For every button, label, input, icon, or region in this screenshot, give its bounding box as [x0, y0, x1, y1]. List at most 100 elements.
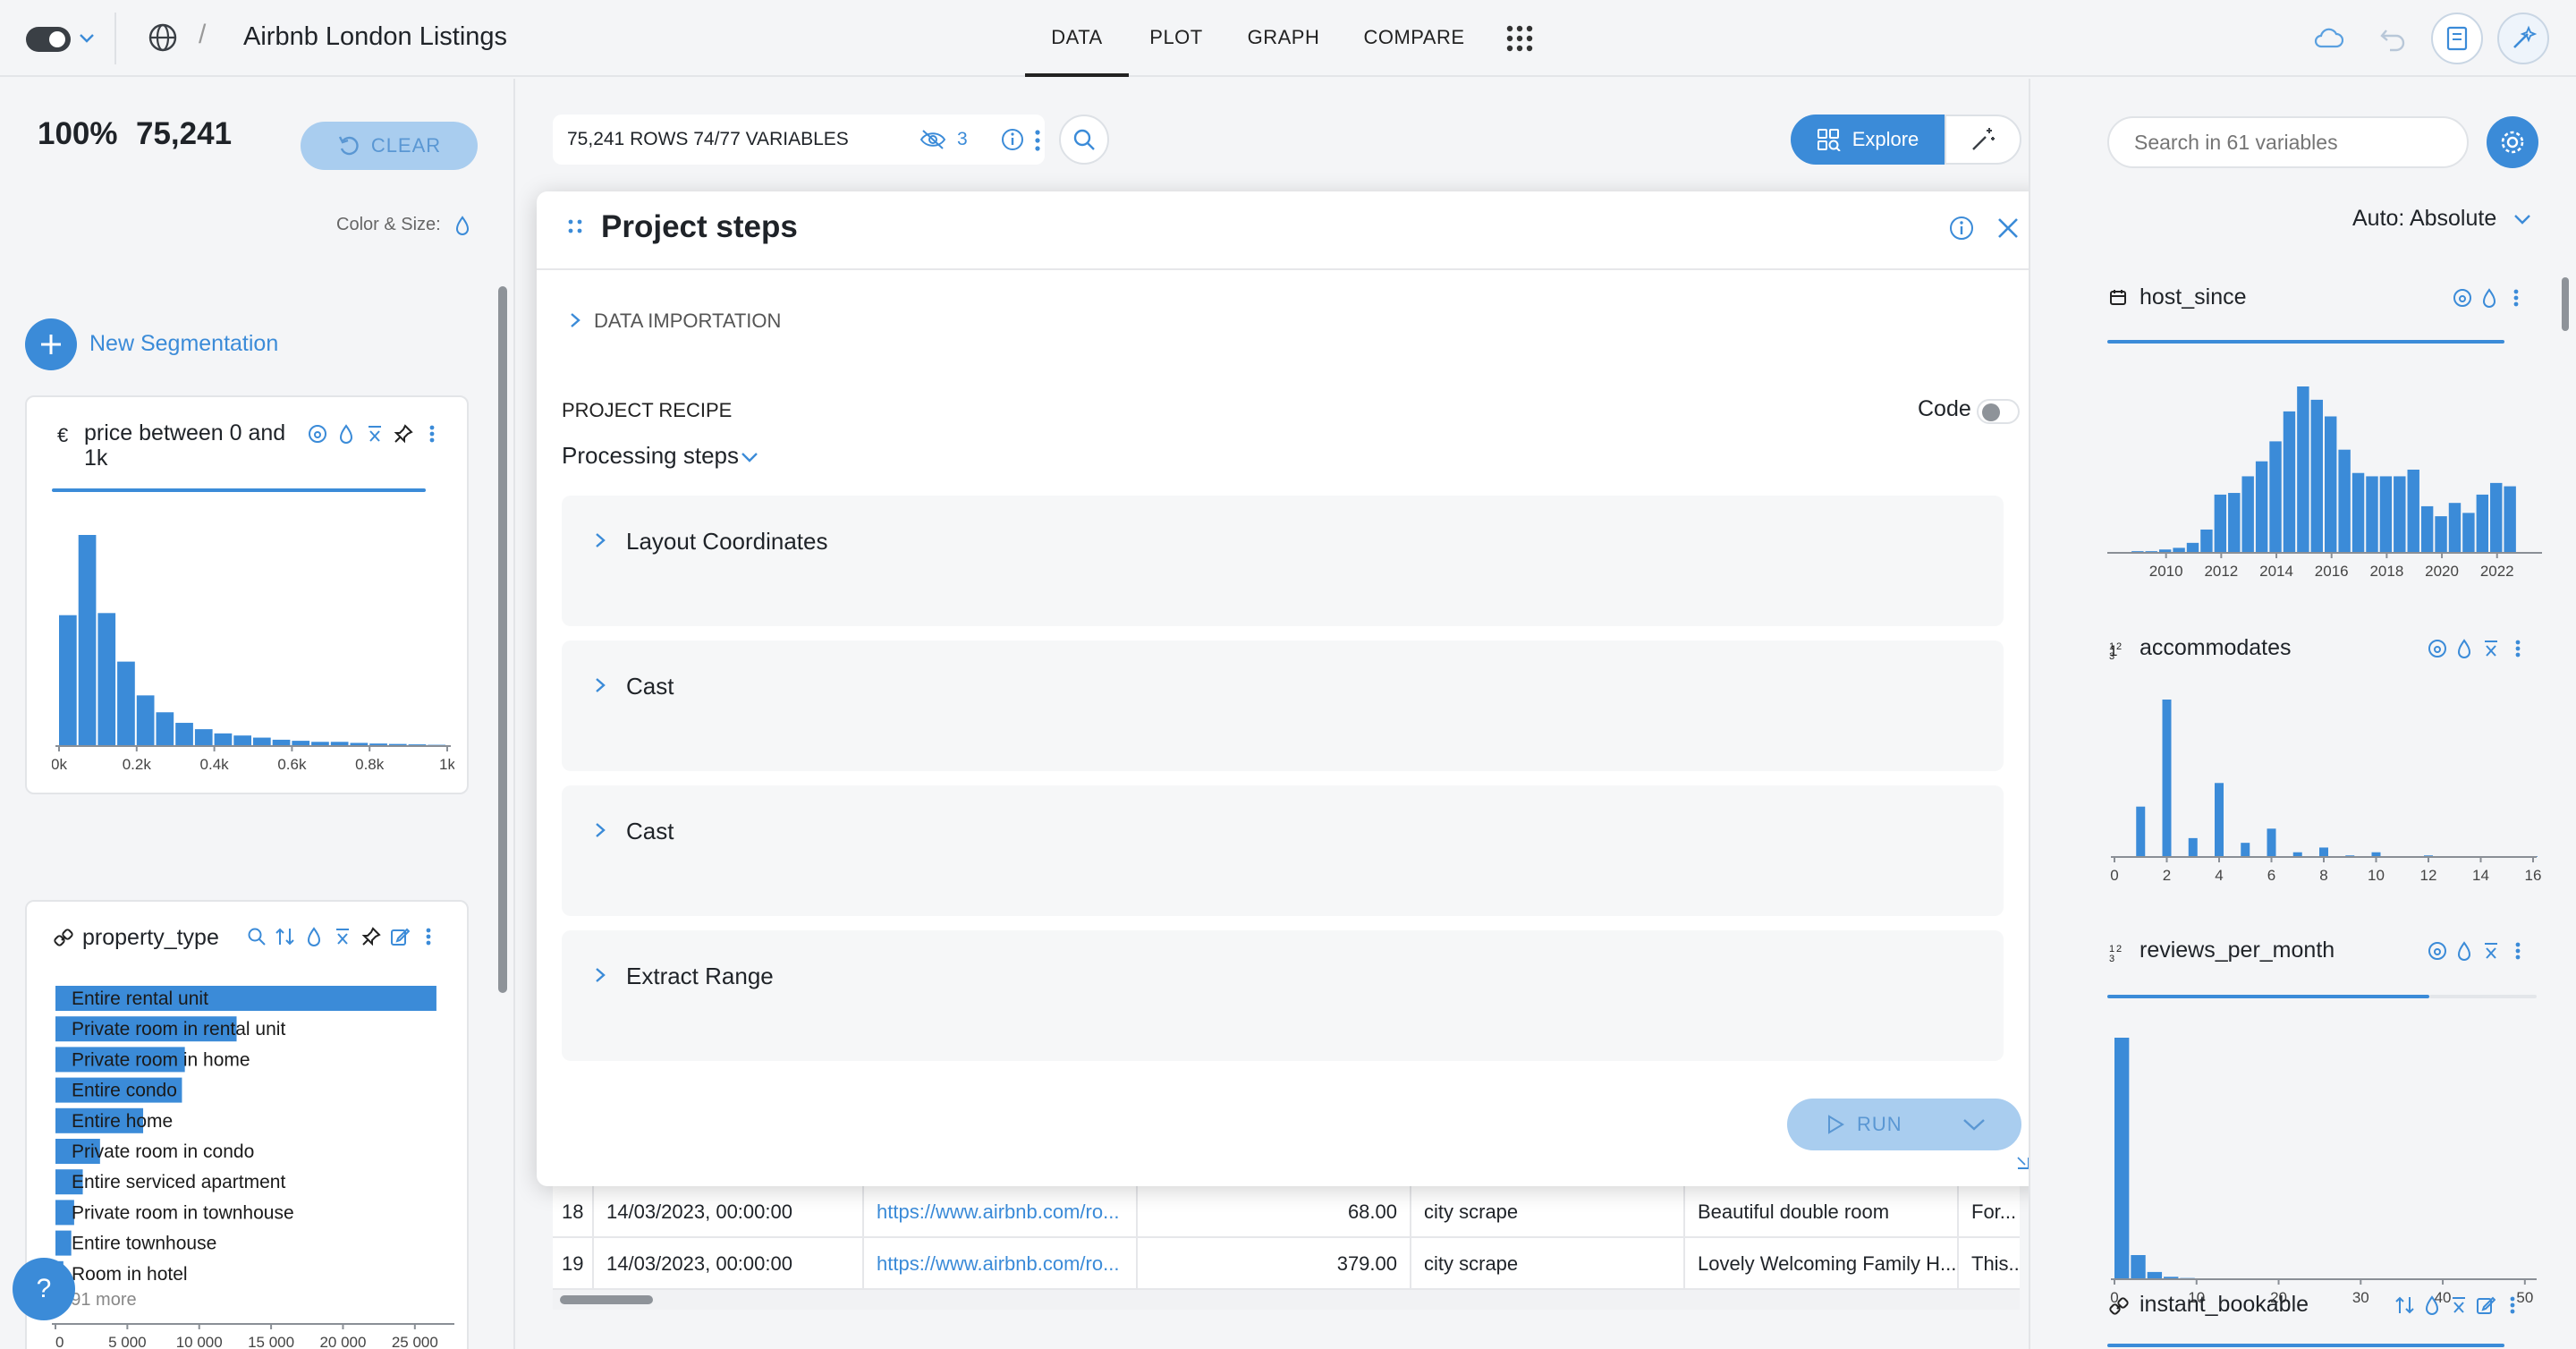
histogram-bar	[2325, 416, 2337, 553]
clear-button[interactable]: CLEAR	[301, 122, 478, 170]
chevron-down-icon[interactable]	[79, 32, 95, 45]
tab-graph[interactable]: GRAPH	[1241, 0, 1326, 77]
gauge-icon[interactable]	[2451, 286, 2474, 310]
reset-icon	[337, 134, 360, 157]
more-vertical-icon[interactable]	[2506, 637, 2529, 660]
step-label: Layout Coordinates	[626, 528, 828, 555]
step-item[interactable]: Cast	[562, 641, 2004, 771]
search-button[interactable]	[1059, 115, 1109, 165]
chevron-down-icon[interactable]	[1962, 1116, 1986, 1133]
chevron-right-icon[interactable]	[594, 531, 606, 549]
variables-search-input[interactable]	[2107, 116, 2469, 168]
chevron-down-icon[interactable]	[2513, 213, 2531, 225]
close-icon[interactable]	[1996, 216, 2020, 240]
range-slider[interactable]	[2107, 995, 2429, 998]
run-button[interactable]: RUN	[1826, 1099, 1902, 1150]
histogram-bar	[2476, 494, 2489, 553]
tab-data[interactable]: DATA	[1025, 0, 1129, 77]
instant-bookable-title[interactable]: instant_bookable	[2140, 1292, 2309, 1318]
scale-mode-dropdown[interactable]: Auto: Absolute	[2352, 206, 2496, 232]
gauge-icon[interactable]	[306, 422, 329, 445]
filter-clear-icon[interactable]	[363, 422, 386, 445]
cell-url[interactable]: https://www.airbnb.com/ro...	[864, 1186, 1138, 1238]
edit-icon[interactable]	[2474, 1294, 2497, 1317]
chevron-right-icon[interactable]	[594, 966, 606, 984]
cloud-icon[interactable]	[2313, 25, 2343, 50]
range-slider[interactable]	[2107, 1344, 2504, 1347]
gauge-icon[interactable]	[2426, 939, 2449, 963]
explore-button[interactable]: Explore	[1791, 115, 1945, 165]
tab-plot[interactable]: PLOT	[1147, 0, 1206, 77]
filter-clear-icon[interactable]	[2447, 1294, 2470, 1317]
histogram-bar	[2283, 411, 2296, 553]
help-button[interactable]: ?	[13, 1258, 75, 1320]
new-segmentation-button[interactable]	[25, 318, 77, 370]
chevron-down-icon[interactable]	[741, 451, 758, 463]
hidden-variables-count[interactable]: 3	[957, 129, 968, 150]
range-slider[interactable]	[52, 488, 426, 492]
code-toggle[interactable]	[1977, 399, 2020, 424]
more-vertical-icon[interactable]	[2506, 939, 2529, 963]
step-item[interactable]: Layout Coordinates	[562, 496, 2004, 626]
new-segmentation-label[interactable]: New Segmentation	[89, 331, 278, 357]
sort-icon[interactable]	[274, 925, 297, 948]
accommodates-title[interactable]: accommodates	[2140, 635, 2292, 661]
more-vertical-icon[interactable]	[2501, 1294, 2524, 1317]
more-vertical-icon[interactable]	[417, 925, 440, 948]
chevron-right-icon[interactable]	[569, 311, 581, 329]
info-icon[interactable]	[1948, 215, 1975, 242]
more-vertical-icon[interactable]	[2504, 286, 2528, 310]
more-vertical-icon[interactable]	[420, 422, 444, 445]
table-row[interactable]: 18 14/03/2023, 00:00:00 https://www.airb…	[553, 1186, 2020, 1238]
filter-clear-icon[interactable]	[331, 925, 354, 948]
info-icon[interactable]	[1000, 127, 1025, 152]
pin-icon[interactable]	[392, 422, 415, 445]
settings-button[interactable]	[2487, 116, 2538, 168]
processing-steps-dropdown[interactable]: Processing steps	[562, 442, 739, 470]
scrollbar-thumb[interactable]	[560, 1295, 653, 1304]
drop-icon[interactable]	[2453, 637, 2476, 660]
auto-insights-button[interactable]	[1945, 115, 2021, 165]
tab-compare[interactable]: COMPARE	[1360, 0, 1469, 77]
x-tick-label: 4	[2215, 867, 2223, 884]
histogram-bar	[2394, 476, 2406, 553]
range-slider[interactable]	[2107, 340, 2504, 344]
notebook-button[interactable]	[2431, 13, 2483, 64]
step-item[interactable]: Cast	[562, 785, 2004, 916]
search-icon[interactable]	[245, 925, 268, 948]
drag-handle-icon[interactable]	[567, 218, 585, 236]
color-drop-icon[interactable]	[453, 215, 472, 236]
reviews-per-month-title[interactable]: reviews_per_month	[2140, 938, 2334, 963]
step-item[interactable]: Extract Range	[562, 930, 2004, 1061]
filter-clear-icon[interactable]	[2479, 939, 2503, 963]
drop-icon[interactable]	[2478, 286, 2501, 310]
gauge-icon[interactable]	[2426, 637, 2449, 660]
sort-icon[interactable]	[2394, 1294, 2417, 1317]
drop-icon[interactable]	[302, 925, 326, 948]
undo-icon[interactable]	[2379, 25, 2408, 52]
pin-icon[interactable]	[360, 925, 383, 948]
drop-icon[interactable]	[335, 422, 358, 445]
table-row[interactable]: 19 14/03/2023, 00:00:00 https://www.airb…	[553, 1238, 2020, 1290]
project-title[interactable]: Airbnb London Listings	[243, 22, 507, 52]
chevron-right-icon[interactable]	[594, 821, 606, 839]
cell-url[interactable]: https://www.airbnb.com/ro...	[864, 1238, 1138, 1290]
drop-icon[interactable]	[2420, 1294, 2444, 1317]
toggle-logo-icon[interactable]	[25, 23, 72, 54]
filter-clear-icon[interactable]	[2479, 637, 2503, 660]
right-scrollbar[interactable]	[2562, 277, 2569, 331]
host-since-title[interactable]: host_since	[2140, 284, 2247, 310]
edit-icon[interactable]	[388, 925, 411, 948]
more-vertical-icon[interactable]	[1034, 129, 1041, 152]
left-scrollbar[interactable]	[498, 286, 507, 993]
assistant-button[interactable]	[2497, 13, 2549, 64]
x-tick-label: 16	[2525, 867, 2542, 884]
table-horizontal-scrollbar[interactable]	[553, 1290, 2020, 1310]
eye-off-icon[interactable]	[919, 129, 946, 150]
drop-icon[interactable]	[2453, 939, 2476, 963]
apps-grid-icon[interactable]	[1506, 25, 1533, 52]
histogram-bar	[2462, 513, 2475, 553]
globe-icon[interactable]	[147, 21, 179, 54]
chevron-right-icon[interactable]	[594, 676, 606, 694]
data-importation-section[interactable]: DATA IMPORTATION	[594, 310, 781, 333]
